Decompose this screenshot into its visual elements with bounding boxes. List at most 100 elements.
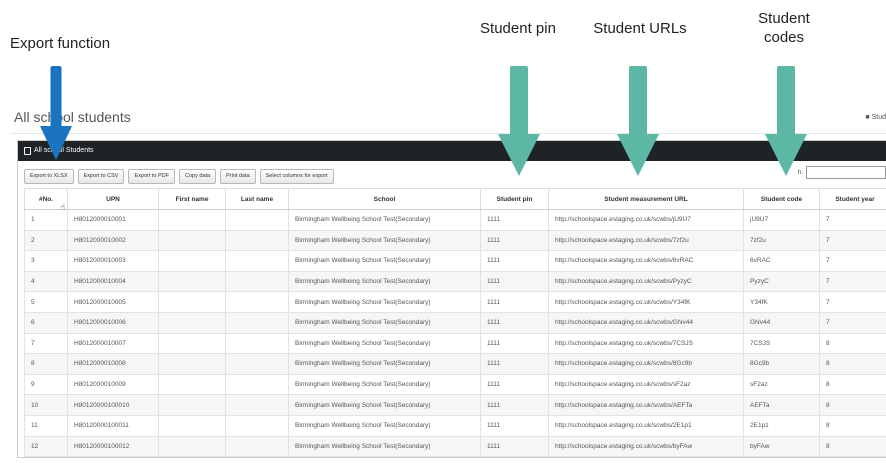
cell-student-pin: 1111 <box>480 250 549 272</box>
cell-student-code: 2E1p1 <box>743 414 820 437</box>
select-columns-button[interactable]: Select columns for export <box>259 169 334 184</box>
cell-no: 11 <box>24 414 68 437</box>
breadcrumb[interactable]: ■ Stud <box>865 114 886 121</box>
cell-school: Birmingham Wellbeing School Test(Seconda… <box>288 209 481 231</box>
cell-school: Birmingham Wellbeing School Test(Seconda… <box>288 270 481 293</box>
annotation-student-codes-line1: Student <box>758 10 810 27</box>
cell-student-code: jU9U7 <box>743 209 820 231</box>
cell-school: Birmingham Wellbeing School Test(Seconda… <box>288 291 481 313</box>
search-box: h: <box>798 166 886 179</box>
page-title: All school students <box>14 109 131 125</box>
cell-school: Birmingham Wellbeing School Test(Seconda… <box>288 311 481 334</box>
search-input[interactable] <box>806 166 886 179</box>
col-student-year-header[interactable]: Student year <box>819 188 886 210</box>
cell-last-name <box>225 311 289 334</box>
mouse-cursor-icon: ☝ <box>60 202 66 212</box>
print-data-button[interactable]: Print data <box>220 169 256 184</box>
cell-first-name <box>158 250 226 272</box>
page-header: All school students ■ Stud <box>10 106 886 134</box>
cell-no: 3 <box>24 250 68 272</box>
cell-school: Birmingham Wellbeing School Test(Seconda… <box>288 353 481 375</box>
copy-data-button[interactable]: Copy data <box>179 169 217 184</box>
cell-no: 8 <box>24 353 68 375</box>
cell-upn: H80120000100012 <box>67 435 159 458</box>
cell-last-name <box>225 435 289 458</box>
annotation-student-urls: Student URLs <box>593 20 687 37</box>
cell-last-name <box>225 414 289 437</box>
export-pdf-button[interactable]: Export to PDF <box>128 169 176 184</box>
cell-first-name <box>158 270 226 293</box>
cell-last-name <box>225 373 289 396</box>
cell-no: 5 <box>24 291 68 313</box>
cell-first-name <box>158 209 226 231</box>
breadcrumb-label: Stud <box>871 114 886 121</box>
cell-student-code: Y34fK <box>743 291 820 313</box>
cell-school: Birmingham Wellbeing School Test(Seconda… <box>288 394 481 416</box>
cell-student-code: byFAw <box>743 435 820 458</box>
cell-student-year: 7 <box>819 291 886 313</box>
cell-student-year: 7 <box>819 270 886 293</box>
cell-student-url: http://schoolspace.estaging.co.uk/scwbs/… <box>548 394 744 416</box>
export-csv-button[interactable]: Export to CSV <box>77 169 125 184</box>
cell-student-url: http://schoolspace.estaging.co.uk/scwbs/… <box>548 311 744 334</box>
cell-school: Birmingham Wellbeing School Test(Seconda… <box>288 229 481 252</box>
table-row[interactable]: 5 H8012000010005 Birmingham Wellbeing Scho… <box>24 291 886 313</box>
cell-first-name <box>158 311 226 334</box>
cell-student-code: 7zf2u <box>743 229 820 252</box>
export-xlsx-button[interactable]: Export to XLSX <box>24 169 74 184</box>
annotation-student-pin: Student pin <box>480 20 556 37</box>
col-student-code-header[interactable]: Student code <box>743 188 820 210</box>
cell-last-name <box>225 394 289 416</box>
cell-last-name <box>225 291 289 313</box>
cell-student-pin: 1111 <box>480 209 549 231</box>
cell-first-name <box>158 373 226 396</box>
annotation-student-codes-line2: codes <box>763 29 805 46</box>
cell-first-name <box>158 332 226 355</box>
cell-student-pin: 1111 <box>480 332 549 355</box>
cell-student-pin: 1111 <box>480 435 549 458</box>
cell-school: Birmingham Wellbeing School Test(Seconda… <box>288 332 481 355</box>
cell-student-pin: 1111 <box>480 291 549 313</box>
cell-last-name <box>225 209 289 231</box>
cell-first-name <box>158 353 226 375</box>
table-row[interactable]: 1 H8012000010001 Birmingham Wellbeing Scho… <box>24 209 886 231</box>
cell-upn: H8012000010005 <box>67 291 159 313</box>
annotation-student-codes: Student codes <box>748 9 820 47</box>
cell-student-code: sF2az <box>743 373 820 396</box>
col-last-name-header[interactable]: Last name <box>225 188 289 210</box>
cell-student-url: http://schoolspace.estaging.co.uk/scwbs/… <box>548 332 744 355</box>
cell-upn: H8012000010004 <box>67 270 159 293</box>
table-row[interactable]: 2 H8012000010002 Birmingham Wellbeing Scho… <box>24 229 886 252</box>
table-row[interactable]: 3 H8012000010003 Birmingham Wellbeing Scho… <box>24 250 886 272</box>
cell-school: Birmingham Wellbeing School Test(Seconda… <box>288 435 481 458</box>
cell-last-name <box>225 353 289 375</box>
col-school-header[interactable]: School <box>288 188 481 210</box>
table-row[interactable]: 10 H80120000100010 Birmingham Wellbeing Sc… <box>24 394 886 416</box>
table-header-row: #No. UPN First name Last name School Student … <box>24 188 886 210</box>
cell-last-name <box>225 332 289 355</box>
cell-student-url: http://schoolspace.estaging.co.uk/scwbs/… <box>548 414 744 437</box>
cell-upn: H80120000100010 <box>67 394 159 416</box>
col-student-pin-header[interactable]: Student pin <box>480 188 549 210</box>
annotation-export-function: Export function <box>10 35 111 52</box>
col-first-name-header[interactable]: First name <box>158 188 226 210</box>
table-row[interactable]: 4 H8012000010004 Birmingham Wellbeing Scho… <box>24 270 886 293</box>
col-upn-header[interactable]: UPN <box>67 188 159 210</box>
cell-no: 12 <box>24 435 68 458</box>
table-row[interactable]: 9 H8012000010009 Birmingham Wellbeing Scho… <box>24 373 886 396</box>
table-row[interactable]: 11 H80120000100011 Birmingham Wellbeing Sc… <box>24 414 886 437</box>
cell-student-url: http://schoolspace.estaging.co.uk/scwbs/… <box>548 291 744 313</box>
table-row[interactable]: 12 H80120000100012 Birmingham Wellbeing Sc… <box>24 435 886 458</box>
cell-student-code: 8Gc9b <box>743 353 820 375</box>
students-table: #No. UPN First name Last name School Student … <box>24 188 886 458</box>
cell-upn: H8012000010001 <box>67 209 159 231</box>
cell-student-url: http://schoolspace.estaging.co.uk/scwbs/… <box>548 435 744 458</box>
cell-upn: H80120000100011 <box>67 414 159 437</box>
table-body: 1 H8012000010001 Birmingham Wellbeing Scho… <box>24 209 886 458</box>
col-student-url-header[interactable]: Student measurement URL <box>548 188 744 210</box>
home-icon: ■ <box>865 114 870 121</box>
cell-upn: H8012000010007 <box>67 332 159 355</box>
table-row[interactable]: 6 H8012000010006 Birmingham Wellbeing Scho… <box>24 311 886 334</box>
table-row[interactable]: 8 H8012000010008 Birmingham Wellbeing Scho… <box>24 353 886 375</box>
table-row[interactable]: 7 H8012000010007 Birmingham Wellbeing Scho… <box>24 332 886 355</box>
